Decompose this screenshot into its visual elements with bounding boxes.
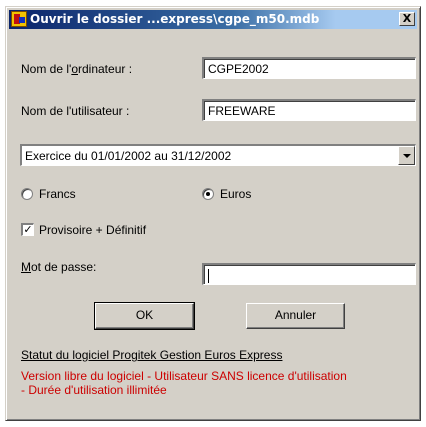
app-icon (11, 11, 27, 27)
cancel-button[interactable]: Annuler (246, 303, 345, 329)
euros-label[interactable]: Euros (220, 187, 251, 201)
provisional-label[interactable]: Provisoire + Définitif (39, 223, 146, 237)
title-bar[interactable]: Ouvrir le dossier ...express\cgpe_m50.md… (9, 10, 417, 29)
close-button[interactable]: X (399, 12, 415, 26)
user-name-value: FREEWARE (208, 104, 276, 118)
computer-name-label-suffix: rdinateur : (78, 62, 133, 76)
open-folder-dialog: Ouvrir le dossier ...express\cgpe_m50.md… (5, 6, 421, 421)
computer-name-field[interactable]: CGPE2002 (202, 57, 416, 79)
password-label-accel: M (21, 260, 31, 274)
password-label-rest: ot de passe: (31, 260, 97, 274)
provisional-checkbox[interactable]: ✓ (21, 223, 34, 236)
password-field[interactable] (202, 263, 416, 285)
ok-button[interactable]: OK (94, 302, 195, 330)
exercise-select[interactable]: Exercice du 01/01/2002 au 31/12/2002 (20, 144, 416, 166)
computer-name-label-accel: o (71, 62, 78, 76)
user-name-field[interactable]: FREEWARE (202, 99, 416, 121)
exercise-selected-value: Exercice du 01/01/2002 au 31/12/2002 (25, 149, 232, 163)
license-info-text: Version libre du logiciel - Utilisateur … (21, 369, 347, 397)
computer-name-label: Nom de l'ordinateur : (21, 62, 132, 76)
software-status-link[interactable]: Statut du logiciel Progitek Gestion Euro… (21, 348, 282, 362)
user-name-label: Nom de l'utilisateur : (21, 104, 130, 118)
francs-radio[interactable] (21, 188, 33, 200)
window-title: Ouvrir le dossier ...express\cgpe_m50.md… (30, 12, 320, 26)
chevron-down-icon[interactable] (398, 146, 415, 165)
password-label: Mot de passe: (21, 260, 96, 274)
text-caret (208, 268, 209, 283)
francs-label[interactable]: Francs (39, 187, 76, 201)
computer-name-label-prefix: Nom de l' (21, 62, 72, 76)
computer-name-value: CGPE2002 (208, 62, 269, 76)
euros-radio[interactable] (202, 188, 214, 200)
